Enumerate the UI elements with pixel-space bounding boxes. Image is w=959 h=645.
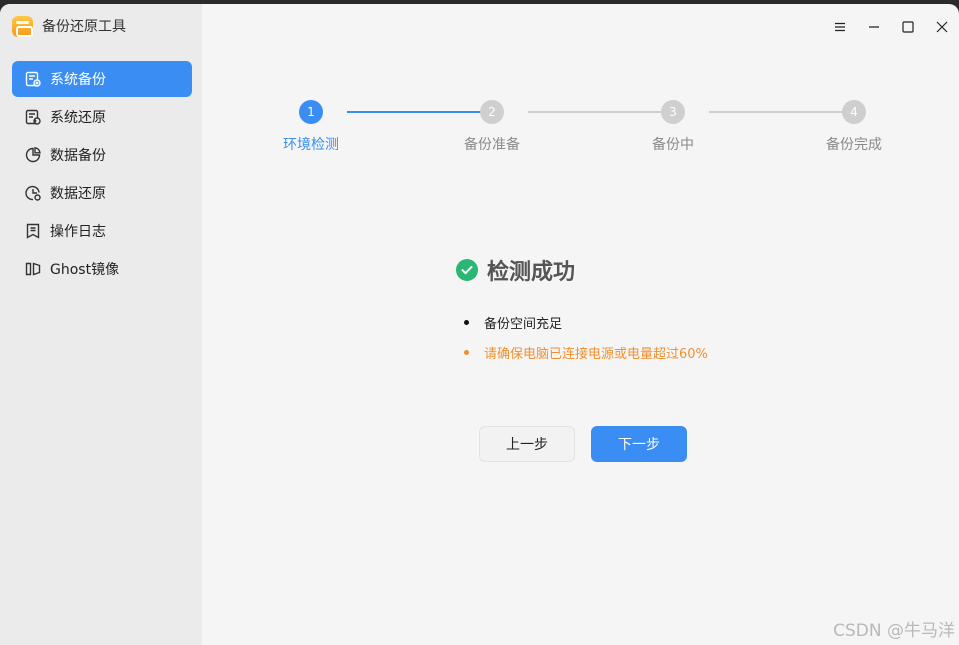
main-content: 1 环境检测 2 备份准备 3 备份中 4 备份完成 检测成功 备份空间充足 请… (202, 4, 959, 645)
close-button[interactable] (925, 14, 959, 40)
sidebar-item-operation-log[interactable]: 操作日志 (12, 213, 192, 249)
close-icon (936, 21, 948, 33)
sidebar-item-system-restore[interactable]: 系统还原 (12, 99, 192, 135)
sidebar-nav: 系统备份 系统还原 数据备份 数据还原 操作日志 Ghost镜像 (12, 61, 192, 289)
step-label: 备份完成 (826, 137, 882, 153)
sidebar-item-label: 数据还原 (50, 186, 106, 202)
system-restore-icon (24, 108, 42, 126)
check-item-text: 备份空间充足 (484, 316, 563, 332)
sidebar-item-data-backup[interactable]: 数据备份 (12, 137, 192, 173)
step-label: 备份准备 (464, 137, 520, 153)
sidebar-item-ghost-image[interactable]: Ghost镜像 (12, 251, 192, 287)
sidebar-item-data-restore[interactable]: 数据还原 (12, 175, 192, 211)
sidebar-item-label: 系统备份 (50, 72, 106, 88)
sidebar: 备份还原工具 系统备份 系统还原 数据备份 数据还原 操作日志 Ghost镜像 (0, 4, 202, 645)
step-backup-complete: 4 备份完成 (804, 100, 904, 154)
minimize-icon (869, 26, 879, 28)
sidebar-item-label: Ghost镜像 (50, 262, 120, 278)
check-item-text: 请确保电脑已连接电源或电量超过60% (484, 346, 708, 362)
sidebar-item-label: 系统还原 (50, 110, 106, 126)
system-backup-icon (24, 70, 42, 88)
operation-log-icon (24, 222, 42, 240)
ghost-image-icon (24, 260, 42, 278)
window-controls (823, 14, 959, 40)
app-header: 备份还原工具 (12, 14, 126, 38)
step-backup-prepare: 2 备份准备 (442, 100, 542, 154)
menu-icon (835, 22, 845, 32)
sidebar-item-label: 操作日志 (50, 224, 106, 240)
maximize-icon (902, 21, 914, 33)
next-step-button[interactable]: 下一步 (591, 426, 687, 462)
menu-button[interactable] (823, 14, 857, 40)
step-env-check: 1 环境检测 (261, 100, 361, 154)
app-window: 备份还原工具 系统备份 系统还原 数据备份 数据还原 操作日志 Ghost镜像 … (0, 4, 959, 645)
step-label: 环境检测 (283, 137, 339, 153)
sidebar-item-system-backup[interactable]: 系统备份 (12, 61, 192, 97)
data-backup-icon (24, 146, 42, 164)
sidebar-item-label: 数据备份 (50, 148, 106, 164)
maximize-button[interactable] (891, 14, 925, 40)
check-item-space: 备份空间充足 (464, 312, 708, 332)
step-label: 备份中 (652, 137, 694, 153)
step-number: 4 (842, 100, 866, 124)
check-item-power-warning: 请确保电脑已连接电源或电量超过60% (464, 342, 708, 362)
watermark: CSDN @牛马洋 (833, 621, 955, 641)
step-backing-up: 3 备份中 (623, 100, 723, 154)
data-restore-icon (24, 184, 42, 202)
app-logo-icon (12, 15, 33, 37)
bullet-icon (464, 319, 469, 325)
result-title: 检测成功 (487, 260, 576, 285)
prev-step-button[interactable]: 上一步 (479, 426, 575, 462)
progress-stepper: 1 环境检测 2 备份准备 3 备份中 4 备份完成 (283, 100, 884, 160)
success-check-icon (456, 259, 478, 281)
step-number: 1 (299, 100, 323, 124)
app-title: 备份还原工具 (42, 19, 126, 35)
step-number: 3 (661, 100, 685, 124)
check-result: 检测成功 (456, 254, 575, 286)
minimize-button[interactable] (857, 14, 891, 40)
check-list: 备份空间充足 请确保电脑已连接电源或电量超过60% (464, 312, 708, 372)
step-number: 2 (480, 100, 504, 124)
bullet-icon (464, 349, 469, 355)
